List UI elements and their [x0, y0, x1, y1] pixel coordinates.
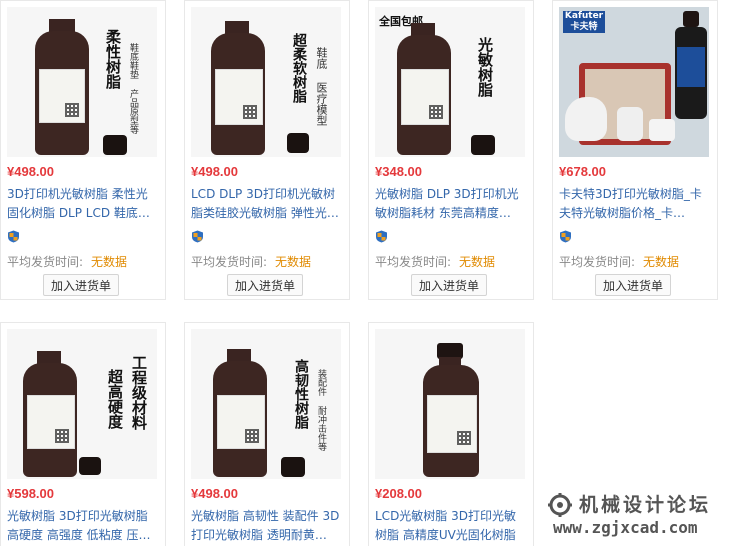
ship-time: 平均发货时间: 无数据: [7, 253, 127, 270]
watermark-cn-text: 机械设计论坛: [579, 494, 712, 516]
bottle-cap-icon: [471, 135, 495, 155]
product-card[interactable]: ¥208.00 LCD光敏树脂 3D打印光敏树脂 高精度UV光固化树脂 …: [368, 322, 534, 546]
qr-code-icon: [245, 429, 259, 443]
product-title-link[interactable]: LCD DLP 3D打印机光敏树脂类硅胶光敏树脂 弹性光…: [191, 185, 343, 223]
qr-code-icon: [65, 103, 79, 117]
product-title-link[interactable]: 光敏树脂 高韧性 装配件 3D打印光敏树脂 透明耐黄…: [191, 507, 343, 545]
product-image[interactable]: Kafuter 卡夫特 13434827555: [559, 7, 709, 157]
product-card[interactable]: Kafuter 卡夫特 13434827555 ¥678.00 卡夫特3D打印光…: [552, 0, 718, 300]
product-card[interactable]: 高韧性树脂 装配件 耐冲击件等 ¥498.00 光敏树脂 高韧性 装配件 3D打…: [184, 322, 350, 546]
bottle-label: [677, 47, 705, 87]
bottle-cap-icon: [287, 133, 309, 153]
bottle-cap-icon: [683, 11, 699, 27]
qr-code-icon: [55, 429, 69, 443]
product-image[interactable]: 全国包邮 光敏树脂: [375, 7, 525, 157]
ship-time-value: 无数据: [643, 255, 680, 269]
image-main-text: 超柔软树脂: [291, 33, 307, 103]
ship-time-label: 平均发货时间:: [559, 255, 636, 269]
printed-model-cup: [649, 119, 675, 141]
product-card[interactable]: 超柔软树脂 鞋底 医疗模型 ¥498.00 LCD DLP 3D打印机光敏树脂类…: [184, 0, 350, 300]
add-to-cart-button[interactable]: 加入进货单: [227, 274, 303, 296]
qr-code-icon: [243, 105, 257, 119]
bottle-cap-icon: [79, 457, 101, 475]
product-image[interactable]: 高韧性树脂 装配件 耐冲击件等: [191, 329, 341, 479]
product-title-link[interactable]: 3D打印机光敏树脂 柔性光固化树脂 DLP LCD 鞋底…: [7, 185, 159, 223]
add-to-cart-button[interactable]: 加入进货单: [595, 274, 671, 296]
ship-time-value: 无数据: [275, 255, 312, 269]
add-to-cart-button[interactable]: 加入进货单: [43, 274, 119, 296]
ship-time: 平均发货时间: 无数据: [191, 253, 311, 270]
qr-code-icon: [457, 431, 471, 445]
product-price: ¥348.00: [375, 164, 422, 179]
ship-time: 平均发货时间: 无数据: [559, 253, 679, 270]
product-image[interactable]: [375, 329, 525, 479]
image-main-text: 工程级材料: [130, 355, 148, 430]
image-sub-text: 装配件 耐冲击件等: [316, 369, 326, 451]
product-title-link[interactable]: 光敏树脂 3D打印光敏树脂高硬度 高强度 低粘度 压…: [7, 507, 159, 545]
add-to-cart-button[interactable]: 加入进货单: [411, 274, 487, 296]
image-main-text: 光敏树脂: [476, 37, 494, 97]
ship-time-value: 无数据: [459, 255, 496, 269]
image-main-text: 高韧性树脂: [293, 359, 309, 429]
ship-time-label: 平均发货时间:: [7, 255, 84, 269]
brand-name-cn: 卡夫特: [570, 22, 598, 32]
shield-icon[interactable]: [7, 230, 20, 243]
product-image[interactable]: 超柔软树脂 鞋底 医疗模型: [191, 7, 341, 157]
product-card[interactable]: 全国包邮 光敏树脂 ¥348.00 光敏树脂 DLP 3D打印机光敏树脂耗材 东…: [368, 0, 534, 300]
ship-time-value: 无数据: [91, 255, 128, 269]
ship-time: 平均发货时间: 无数据: [375, 253, 495, 270]
site-watermark: 机械设计论坛 www.zgjxcad.com: [545, 488, 733, 546]
watermark-url-text: www.zgjxcad.com: [553, 518, 698, 537]
bottle-cap-icon: [281, 457, 305, 477]
product-card[interactable]: 工程级材料 超高硬度 ¥598.00 光敏树脂 3D打印光敏树脂高硬度 高强度 …: [0, 322, 166, 546]
printed-model-vase: [617, 107, 643, 141]
qr-code-icon: [429, 105, 443, 119]
image-main-text: 柔性树脂: [104, 29, 122, 89]
product-price: ¥498.00: [191, 486, 238, 501]
product-price: ¥678.00: [559, 164, 606, 179]
image-main-text-2: 超高硬度: [106, 369, 124, 429]
product-image[interactable]: 柔性树脂 鞋底鞋垫 产品原型等: [7, 7, 157, 157]
product-image[interactable]: 工程级材料 超高硬度: [7, 329, 157, 479]
product-price: ¥498.00: [191, 164, 238, 179]
brand-name: Kafuter: [564, 11, 604, 21]
ship-time-label: 平均发货时间:: [375, 255, 452, 269]
gear-logo-icon: [548, 493, 572, 517]
printed-model-horse: [565, 97, 607, 141]
product-card[interactable]: 柔性树脂 鞋底鞋垫 产品原型等 ¥498.00 3D打印机光敏树脂 柔性光固化树…: [0, 0, 166, 300]
image-sub-text: 鞋底 医疗模型: [315, 47, 328, 126]
product-price: ¥208.00: [375, 486, 422, 501]
product-title-link[interactable]: 卡夫特3D打印光敏树脂_卡夫特光敏树脂价格_卡…: [559, 185, 711, 223]
shield-icon[interactable]: [559, 230, 572, 243]
shield-icon[interactable]: [191, 230, 204, 243]
product-title-link[interactable]: 光敏树脂 DLP 3D打印机光敏树脂耗材 东莞高精度…: [375, 185, 527, 223]
brand-logo: Kafuter 卡夫特: [563, 11, 605, 33]
shield-icon[interactable]: [375, 230, 388, 243]
product-price: ¥598.00: [7, 486, 54, 501]
product-title-link[interactable]: LCD光敏树脂 3D打印光敏树脂 高精度UV光固化树脂 …: [375, 507, 527, 545]
bottle-cap-icon: [103, 135, 127, 155]
ship-time-label: 平均发货时间:: [191, 255, 268, 269]
product-price: ¥498.00: [7, 164, 54, 179]
image-sub-text: 鞋底鞋垫 产品原型等: [128, 43, 138, 134]
